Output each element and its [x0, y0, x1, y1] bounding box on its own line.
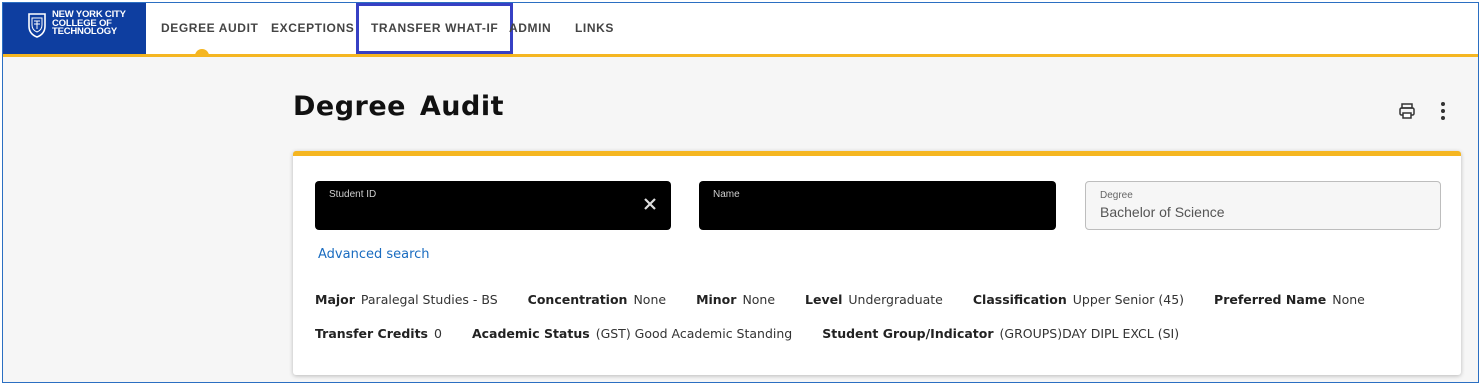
page-title: Degree Audit [293, 91, 504, 122]
college-logo[interactable]: New York City College of Technology [3, 3, 146, 54]
student-info-row-2: Transfer Credits 0 Academic Status (GST) G… [315, 326, 1205, 341]
more-vertical-icon[interactable] [1433, 101, 1453, 121]
top-navigation-bar: New York City College of Technology DEGR… [3, 3, 1478, 57]
info-concentration: Concentration None [527, 292, 667, 307]
student-info-row-1: Major Paralegal Studies - BS Concentratio… [315, 292, 1391, 307]
nav-admin[interactable]: ADMIN [509, 3, 551, 54]
info-level: Level Undergraduate [805, 292, 943, 307]
info-preferred-name: Preferred Name None [1214, 292, 1365, 307]
logo-line-3: Technology [52, 26, 118, 37]
student-id-label: Student ID [329, 189, 377, 200]
info-transfer-credits: Transfer Credits 0 [315, 326, 442, 341]
app-window: New York City College of Technology DEGR… [2, 2, 1479, 383]
info-minor: Minor None [696, 292, 776, 307]
nav-links[interactable]: LINKS [575, 3, 614, 54]
nav-exceptions[interactable]: EXCEPTIONS [271, 3, 354, 54]
degree-label: Degree [1100, 190, 1133, 201]
info-major: Major Paralegal Studies - BS [315, 292, 498, 307]
clear-icon[interactable] [643, 197, 657, 211]
student-id-field[interactable]: Student ID [315, 181, 671, 230]
nav-degree-audit[interactable]: DEGREE AUDIT [161, 3, 258, 54]
college-seal-icon [28, 13, 46, 38]
student-name-label: Name [713, 189, 740, 200]
degree-value: Bachelor of Science [1100, 204, 1225, 220]
student-name-field[interactable]: Name [699, 181, 1056, 230]
info-academic-status: Academic Status (GST) Good Academic Stand… [471, 326, 793, 341]
active-tab-indicator [195, 49, 209, 57]
student-info-card: Student ID Name Degree Bachelor of Scien… [293, 151, 1461, 375]
info-classification: Classification Upper Senior (45) [972, 292, 1185, 307]
nav-transfer-what-if[interactable]: TRANSFER WHAT-IF [356, 3, 514, 54]
advanced-search-link[interactable]: Advanced search [318, 247, 430, 262]
degree-select[interactable]: Degree Bachelor of Science [1085, 181, 1441, 230]
print-icon[interactable] [1397, 101, 1417, 121]
info-student-group: Student Group/Indicator (GROUPS)DAY DIPL … [822, 326, 1180, 341]
college-logo-text: New York City College of Technology [52, 10, 126, 37]
